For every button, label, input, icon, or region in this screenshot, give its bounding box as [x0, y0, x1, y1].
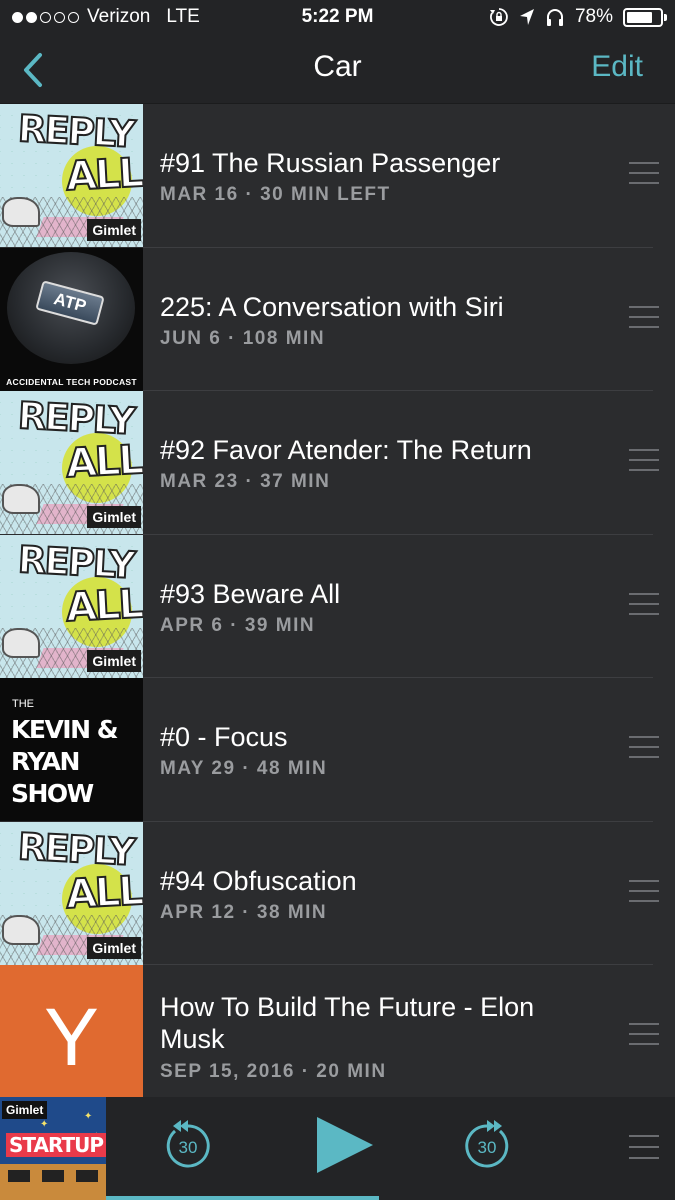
battery-icon [623, 7, 667, 27]
episode-title: #91 The Russian Passenger [160, 148, 501, 178]
headphones-icon [546, 9, 563, 26]
status-right: 78% [489, 6, 667, 28]
artwork-title-line1: REPLY [16, 393, 136, 444]
list-item[interactable]: REPLY ALL Gimlet #91 The Russian Passeng… [0, 104, 675, 248]
artwork-title-line1: REPLY [16, 106, 136, 157]
playback-progress-bar[interactable] [106, 1196, 380, 1200]
building-graphic [0, 1164, 106, 1200]
episode-meta: MAR 23 · 37 MIN [160, 471, 331, 492]
list-item[interactable]: Y How To Build The Future - Elon Musk SE… [0, 965, 675, 1109]
skip-back-seconds: 30 [179, 1138, 198, 1157]
episode-meta: APR 12 · 38 MIN [160, 901, 328, 923]
artwork-title-line2: ALL [64, 149, 143, 201]
skip-back-icon: 30 [166, 1120, 210, 1168]
artwork-show-title: KEVIN & RYAN SHOW [11, 715, 119, 808]
now-playing-bar: Gimlet ✦ ✦ ✦ STARTUP 30 30 [0, 1097, 675, 1200]
gimlet-logo: Gimlet [87, 936, 141, 959]
list-item[interactable]: REPLY ALL Gimlet #92 Favor Atender: The … [0, 391, 675, 535]
car-icon [2, 627, 40, 658]
reorder-handle-icon[interactable] [629, 736, 659, 762]
skip-forward-icon: 30 [465, 1120, 509, 1168]
episode-title: #92 Favor Atender: The Return [160, 435, 532, 465]
episode-meta: JUN 6 · 108 MIN [160, 327, 326, 349]
episode-title: #0 - Focus [160, 722, 288, 752]
episode-meta: MAY 29 · 48 MIN [160, 758, 328, 779]
episode-title: #93 Beware All [160, 578, 341, 609]
artwork-title-line2: ALL [64, 867, 143, 919]
play-icon [317, 1117, 373, 1173]
page-title: Car [313, 50, 362, 83]
now-playing-artwork[interactable]: Gimlet ✦ ✦ ✦ STARTUP [0, 1097, 106, 1200]
gimlet-logo: Gimlet [87, 649, 141, 672]
y-combinator-logo: Y [44, 992, 99, 1083]
podcast-artwork: REPLY ALL Gimlet [0, 821, 143, 965]
list-item[interactable]: REPLY ALL Gimlet #93 Beware All APR 6 · … [0, 534, 675, 678]
artwork-title-line1: REPLY [16, 537, 136, 588]
edit-button[interactable]: Edit [591, 50, 643, 84]
car-icon [2, 197, 40, 227]
list-item[interactable]: REPLY ALL Gimlet #94 Obfuscation APR 12 … [0, 821, 675, 965]
queue-list-icon[interactable] [629, 1135, 659, 1161]
reorder-handle-icon[interactable] [629, 879, 659, 906]
podcast-artwork: REPLY ALL Gimlet [0, 391, 143, 534]
podcast-artwork: Y [0, 965, 143, 1108]
reorder-handle-icon[interactable] [629, 449, 659, 475]
skip-forward-seconds: 30 [478, 1138, 497, 1157]
episode-meta: APR 6 · 39 MIN [160, 614, 316, 636]
skip-back-button[interactable]: 30 [161, 1119, 215, 1173]
episode-meta: SEP 15, 2016 · 20 MIN [160, 1061, 387, 1082]
play-button[interactable] [313, 1115, 377, 1175]
status-bar: Verizon LTE 5:22 PM 78% [0, 0, 675, 36]
gimlet-logo: Gimlet [87, 506, 141, 528]
orientation-lock-icon [489, 8, 508, 26]
episode-list: REPLY ALL Gimlet #91 The Russian Passeng… [0, 104, 675, 1109]
episode-title: How To Build The Future - Elon Musk [160, 992, 535, 1054]
reorder-handle-icon[interactable] [629, 1023, 659, 1049]
startup-title: STARTUP [6, 1133, 106, 1157]
podcast-artwork: REPLY ALL Gimlet [0, 104, 143, 247]
reorder-handle-icon[interactable] [629, 592, 659, 619]
artwork-the: THE [12, 698, 34, 710]
artwork-title-line2: ALL [64, 436, 143, 488]
episode-meta: MAR 16 · 30 MIN LEFT [160, 184, 391, 205]
reorder-handle-icon[interactable] [629, 162, 659, 188]
battery-percent: 78% [574, 6, 613, 27]
gimlet-logo: Gimlet [2, 1101, 48, 1119]
artwork-title-line1: REPLY [16, 824, 136, 875]
episode-title: 225: A Conversation with Siri [160, 291, 504, 322]
reorder-handle-icon[interactable] [629, 305, 659, 332]
skip-forward-button[interactable]: 30 [460, 1119, 514, 1173]
artwork-title-line2: ALL [64, 580, 143, 632]
car-icon [2, 484, 40, 514]
episode-title: #94 Obfuscation [160, 865, 357, 896]
gimlet-logo: Gimlet [87, 219, 141, 241]
podcast-artwork: THE KEVIN & RYAN SHOW [0, 678, 143, 821]
car-icon [2, 914, 40, 945]
location-arrow-icon [519, 9, 534, 25]
artwork-caption: ACCIDENTAL TECH PODCAST [6, 376, 137, 387]
list-item[interactable]: THE KEVIN & RYAN SHOW #0 - Focus MAY 29 · … [0, 678, 675, 822]
podcast-artwork: ATP ACCIDENTAL TECH PODCAST [0, 247, 143, 391]
podcast-artwork: REPLY ALL Gimlet [0, 534, 143, 678]
list-item[interactable]: ATP ACCIDENTAL TECH PODCAST 225: A Conve… [0, 247, 675, 391]
nav-bar: Car Edit [0, 36, 675, 104]
